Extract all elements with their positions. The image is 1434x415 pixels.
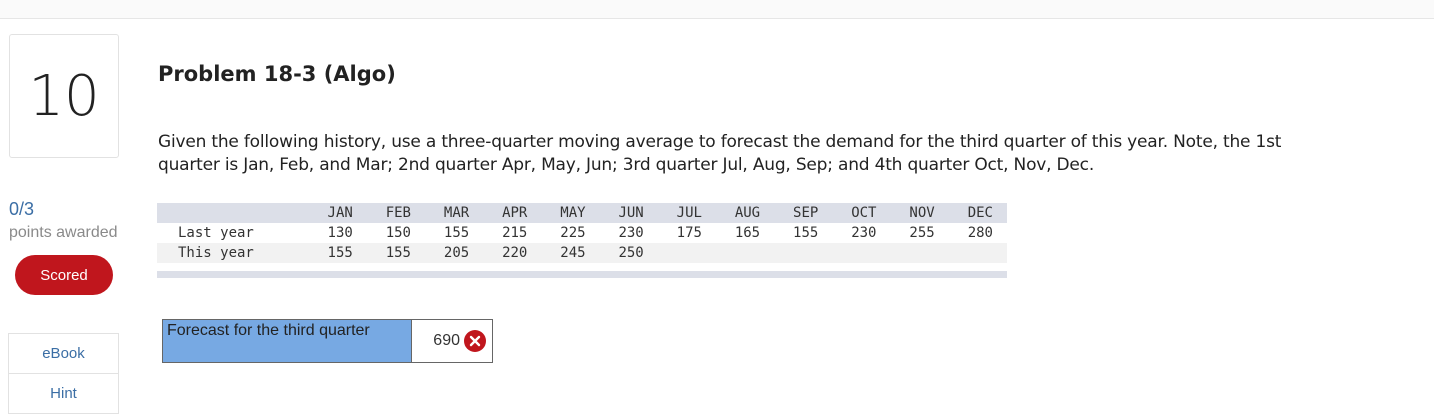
header-blank (157, 203, 295, 223)
table-cell (702, 243, 760, 263)
score-value: 0/3 (9, 199, 35, 219)
table-cell: 155 (385, 245, 411, 261)
prompt-line-1: Given the following history, use a three… (158, 132, 1282, 152)
points-awarded-label: points awarded (9, 224, 118, 241)
question-number: 10 (9, 34, 119, 158)
forecast-label: Forecast for the third quarter (162, 319, 412, 363)
month-header: APR (502, 205, 528, 221)
table-cell: 150 (385, 225, 411, 241)
month-header: JUL (676, 205, 702, 221)
table-row: This year 155 155 205 220 245 250 (157, 243, 1007, 263)
month-header: FEB (385, 205, 411, 221)
answer-row: Forecast for the third quarter 690 (162, 319, 493, 363)
hint-link[interactable]: Hint (9, 373, 118, 413)
table-cell: 205 (443, 245, 470, 261)
month-header: JUN (618, 205, 644, 221)
month-header: MAY (560, 205, 586, 221)
table-cell (644, 243, 702, 263)
forecast-answer-field[interactable]: 690 (412, 319, 493, 363)
month-header: SEP (793, 205, 819, 221)
incorrect-x-icon (464, 330, 486, 352)
table-cell: 245 (560, 245, 586, 261)
table-cell: 155 (443, 225, 470, 241)
month-header: NOV (909, 205, 935, 221)
table-cell: 220 (502, 245, 528, 261)
side-links: eBook Hint (8, 333, 119, 414)
scored-button[interactable]: Scored (15, 255, 113, 295)
forecast-answer-value: 690 (433, 332, 460, 349)
month-header: AUG (734, 205, 761, 221)
table-cell: 215 (502, 225, 528, 241)
table-cell (760, 243, 818, 263)
row-label: Last year (178, 225, 254, 241)
table-bottom-border (157, 271, 1007, 278)
row-label: This year (178, 245, 254, 261)
prompt-line-2: quarter is Jan, Feb, and Mar; 2nd quarte… (158, 155, 1095, 175)
table-cell: 250 (618, 245, 644, 261)
month-header: JAN (327, 205, 353, 221)
table-cell: 280 (967, 225, 993, 241)
table-cell: 225 (560, 225, 586, 241)
table-cell: 130 (327, 225, 353, 241)
problem-title: Problem 18-3 (Algo) (158, 62, 396, 86)
problem-prompt: Given the following history, use a three… (158, 131, 1418, 177)
table-cell (818, 243, 876, 263)
table-cell: 155 (793, 225, 819, 241)
month-header-row: JAN FEB MAR APR MAY JUN JUL AUG SEP OCT … (157, 203, 1007, 223)
table-cell: 230 (851, 225, 877, 241)
month-header: DEC (967, 205, 993, 221)
month-header: MAR (443, 205, 470, 221)
table-cell: 175 (676, 225, 702, 241)
table-cell: 155 (327, 245, 353, 261)
month-header: OCT (851, 205, 877, 221)
table-cell: 255 (909, 225, 935, 241)
history-table: JAN FEB MAR APR MAY JUN JUL AUG SEP OCT … (157, 203, 1007, 263)
table-cell: 165 (734, 225, 761, 241)
ebook-link[interactable]: eBook (9, 334, 118, 373)
top-bar (0, 0, 1434, 19)
table-cell (877, 243, 935, 263)
table-row: Last year 130 150 155 215 225 230 175 16… (157, 223, 1007, 243)
table-cell: 230 (618, 225, 644, 241)
table-cell (935, 243, 1007, 263)
